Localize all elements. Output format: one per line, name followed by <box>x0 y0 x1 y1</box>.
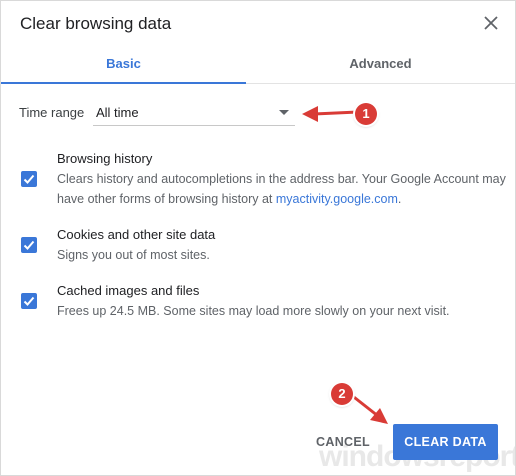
chevron-down-icon <box>279 110 289 115</box>
tab-basic[interactable]: Basic <box>1 45 246 84</box>
clear-browsing-data-dialog: Clear browsing data Basic Advanced Time … <box>0 0 516 476</box>
browsing-history-checkbox[interactable] <box>21 171 37 187</box>
dialog-title: Clear browsing data <box>20 14 172 33</box>
option-description: Frees up 24.5 MB. Some sites may load mo… <box>57 304 450 318</box>
option-title: Cached images and files <box>57 283 200 298</box>
option-description: Clears history and autocompletions in th… <box>57 169 507 209</box>
option-description: Signs you out of most sites. <box>57 248 210 262</box>
tab-advanced[interactable]: Advanced <box>246 45 515 83</box>
time-range-value: All time <box>96 105 139 120</box>
annotation-arrow-icon <box>302 106 359 122</box>
time-range-select[interactable]: All time <box>93 99 295 126</box>
clear-data-button[interactable]: CLEAR DATA <box>393 424 498 460</box>
cookies-checkbox[interactable] <box>21 237 37 253</box>
option-title: Browsing history <box>57 151 153 166</box>
annotation-badge-1: 1 <box>355 103 377 125</box>
checkmark-icon <box>23 240 35 250</box>
annotation-badge-2: 2 <box>331 383 353 405</box>
option-title: Cookies and other site data <box>57 227 216 242</box>
cached-images-checkbox[interactable] <box>21 293 37 309</box>
cancel-button[interactable]: CANCEL <box>301 427 385 457</box>
tab-bar: Basic Advanced <box>1 45 515 84</box>
checkmark-icon <box>23 296 35 306</box>
time-range-label: Time range <box>19 105 85 120</box>
checkmark-icon <box>23 174 35 184</box>
myactivity-link[interactable]: myactivity.google.com <box>276 192 398 206</box>
description-suffix: . <box>397 192 402 206</box>
close-icon[interactable] <box>481 13 501 33</box>
